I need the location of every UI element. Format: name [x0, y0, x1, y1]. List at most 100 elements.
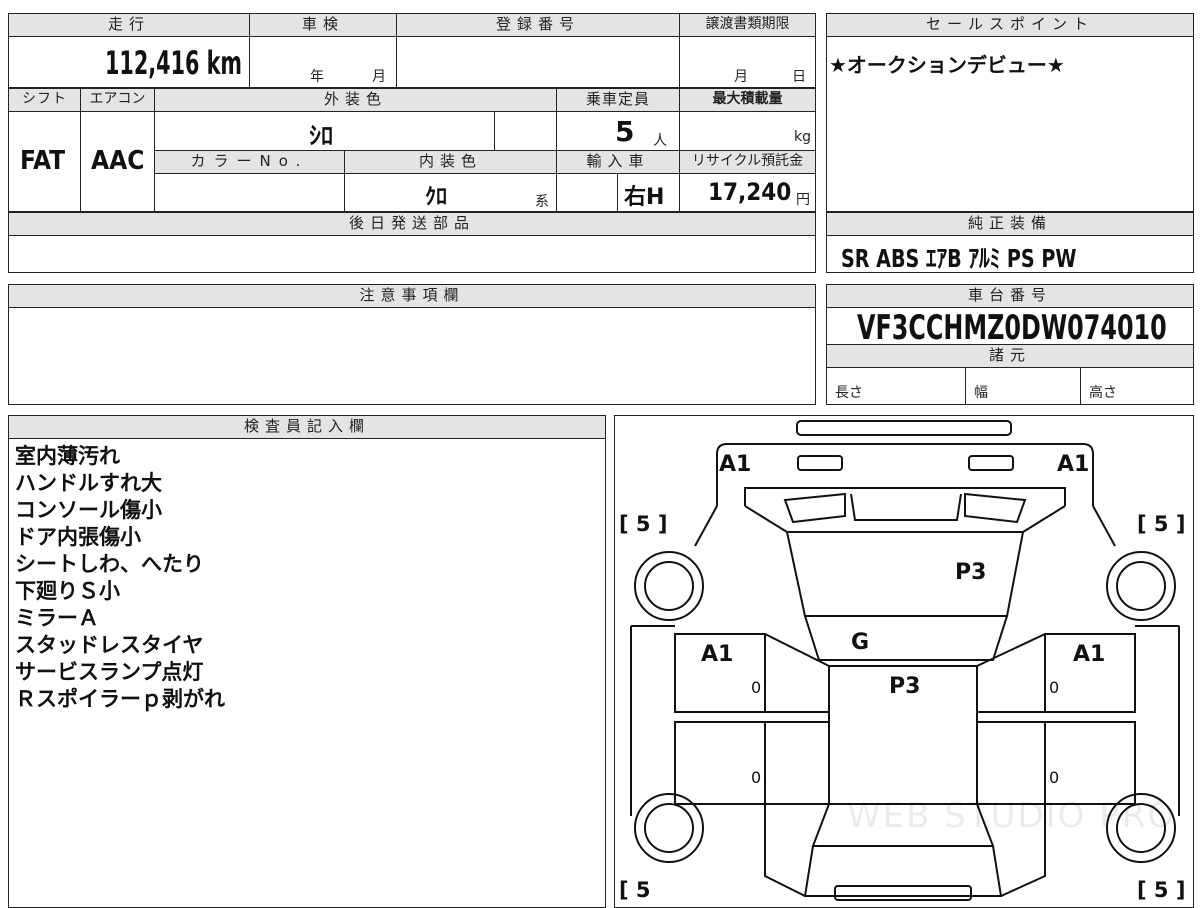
center-grille-shape: [850, 493, 962, 521]
recycle-header: リサイクル預託金: [679, 150, 816, 174]
import-header: 輸入車: [556, 150, 680, 174]
specs-height-label: 高さ: [1089, 385, 1117, 401]
chassis-cell: VF3CCHMZ0DW074010: [826, 307, 1194, 348]
specs-header: 諸元: [826, 344, 1194, 368]
colorno-header: カラーNo.: [154, 150, 345, 174]
mark-left-rear-zero: 0: [751, 768, 762, 787]
maxload-header: 最大積載量: [679, 88, 816, 112]
mark-roof: P3: [889, 674, 921, 699]
import-value: 右H: [624, 185, 665, 210]
mark-right-rear-zero: 0: [1049, 768, 1060, 787]
maxload-unit: kg: [794, 129, 811, 145]
remark-item: 室内薄汚れ: [15, 444, 120, 468]
tire-front-right: [ 5 ]: [1137, 512, 1186, 536]
specs-width-cell: 幅: [965, 367, 1081, 405]
interior-value: ｸﾛ: [425, 185, 448, 210]
import-cell: 右H: [617, 173, 680, 212]
mileage-header: 走行: [8, 13, 250, 37]
registration-header: 登録番号: [396, 13, 680, 37]
front-body-shape: [716, 443, 1094, 506]
remark-item: ドア内張傷小: [15, 525, 141, 549]
notes-header: 注意事項欄: [8, 284, 816, 308]
later-parts-cell: [8, 235, 816, 273]
right-fender-shape: [1022, 505, 1116, 547]
mark-windshield: G: [851, 630, 870, 655]
remark-item: サービスランプ点灯: [15, 660, 204, 684]
recycle-cell: 17,240 円: [679, 173, 816, 212]
deadline-cell: 月 日: [679, 36, 816, 88]
left-rear-door-shape: [674, 721, 766, 805]
tire-rear-left: [ 5: [619, 878, 651, 902]
mark-left-front-zero: 0: [751, 678, 762, 697]
tire-front-left: [ 5 ]: [619, 512, 668, 536]
mark-front-left: A1: [719, 452, 752, 477]
right-fog-shape: [964, 492, 1027, 524]
recycle-unit: 円: [796, 192, 810, 208]
notes-cell: [8, 307, 816, 405]
remark-item: Ｒスポイラーｐ剥がれ: [15, 687, 225, 711]
sales-point-cell: ★オークションデビュー★: [826, 36, 1194, 212]
mark-hood: P3: [955, 560, 987, 585]
damage-diagram-panel: A1 A1 P3 G P3 A1 A1 0 0 0 0 [ 5 ] [ 5 ] …: [614, 415, 1194, 908]
capacity-unit: 人: [653, 133, 667, 149]
specs-length-label: 長さ: [835, 385, 863, 401]
right-headlight-shape: [968, 455, 1014, 471]
deadline-header: 譲渡書類期限: [679, 13, 816, 37]
remark-item: ハンドルすれ大: [15, 471, 162, 495]
specs-length-cell: 長さ: [826, 367, 966, 405]
capacity-cell: 5 人: [556, 111, 680, 151]
exterior-extra-cell: [494, 111, 557, 151]
vehicle-info-table: 走行 車検 登録番号 譲渡書類期限 112,416 km 年 月 月 日 シフト…: [8, 13, 816, 212]
hood-shape: [785, 531, 1025, 617]
inspection-month-label: 月: [372, 69, 386, 85]
rear-bumper-shape: [834, 885, 972, 901]
left-headlight-shape: [797, 455, 843, 471]
deadline-month-label: 月: [734, 69, 748, 85]
specs-width-label: 幅: [974, 385, 988, 401]
exterior-header: 外装色: [154, 88, 557, 112]
registration-cell: [396, 36, 680, 88]
left-fender-shape: [694, 505, 788, 547]
tire-rear-right: [ 5 ]: [1137, 878, 1186, 902]
inspection-header: 車検: [249, 13, 397, 37]
colorno-cell: [154, 173, 345, 212]
interior-header: 内装色: [344, 150, 557, 174]
shift-value: FAT: [20, 146, 66, 176]
mark-left-door: A1: [701, 642, 734, 667]
exterior-value: ｼﾛ: [309, 122, 333, 150]
inspection-cell: 年 月: [249, 36, 397, 88]
remark-item: シートしわ、へたり: [15, 552, 204, 576]
grille-shape: [744, 487, 1066, 506]
sales-point-header: セールスポイント: [826, 13, 1194, 37]
capacity-value: 5: [615, 115, 635, 148]
interior-suffix: 系: [535, 194, 549, 210]
sales-point-text: ★オークションデビュー★: [829, 53, 1065, 77]
front-bumper-shape: [796, 420, 1012, 436]
aircon-cell: AAC: [80, 111, 155, 212]
equipment-value: SR ABS ｴｱB ｱﾙﾐ PS PW: [841, 244, 1077, 273]
windshield-shape: [803, 615, 1009, 661]
remark-item: コンソール傷小: [15, 498, 162, 522]
import-blank-cell: [556, 173, 618, 212]
left-fog-shape: [783, 492, 846, 524]
maxload-cell: kg: [679, 111, 816, 151]
remark-item: スタッドレスタイヤ: [15, 633, 204, 657]
mileage-cell: 112,416 km: [8, 36, 250, 88]
watermark-text: WEB STUDIO PRO: [847, 796, 1177, 836]
chassis-header: 車台番号: [826, 284, 1194, 308]
shift-header: シフト: [8, 88, 81, 112]
remark-item: ミラーＡ: [15, 606, 99, 630]
equipment-cell: SR ABS ｴｱB ｱﾙﾐ PS PW: [826, 235, 1194, 273]
mileage-value: 112,416 km: [105, 44, 243, 82]
right-rear-door-shape: [1044, 721, 1136, 805]
mark-right-front-zero: 0: [1049, 678, 1060, 697]
capacity-header: 乗車定員: [556, 88, 680, 112]
exterior-cell: ｼﾛ: [154, 111, 495, 151]
chassis-number: VF3CCHMZ0DW074010: [857, 308, 1167, 348]
aircon-header: エアコン: [80, 88, 155, 112]
inspector-header: 検査員記入欄: [8, 415, 606, 439]
deadline-day-label: 日: [792, 69, 806, 85]
inspection-year-label: 年: [310, 69, 324, 85]
specs-height-cell: 高さ: [1080, 367, 1194, 405]
remark-item: 下廻りＳ小: [15, 579, 120, 603]
